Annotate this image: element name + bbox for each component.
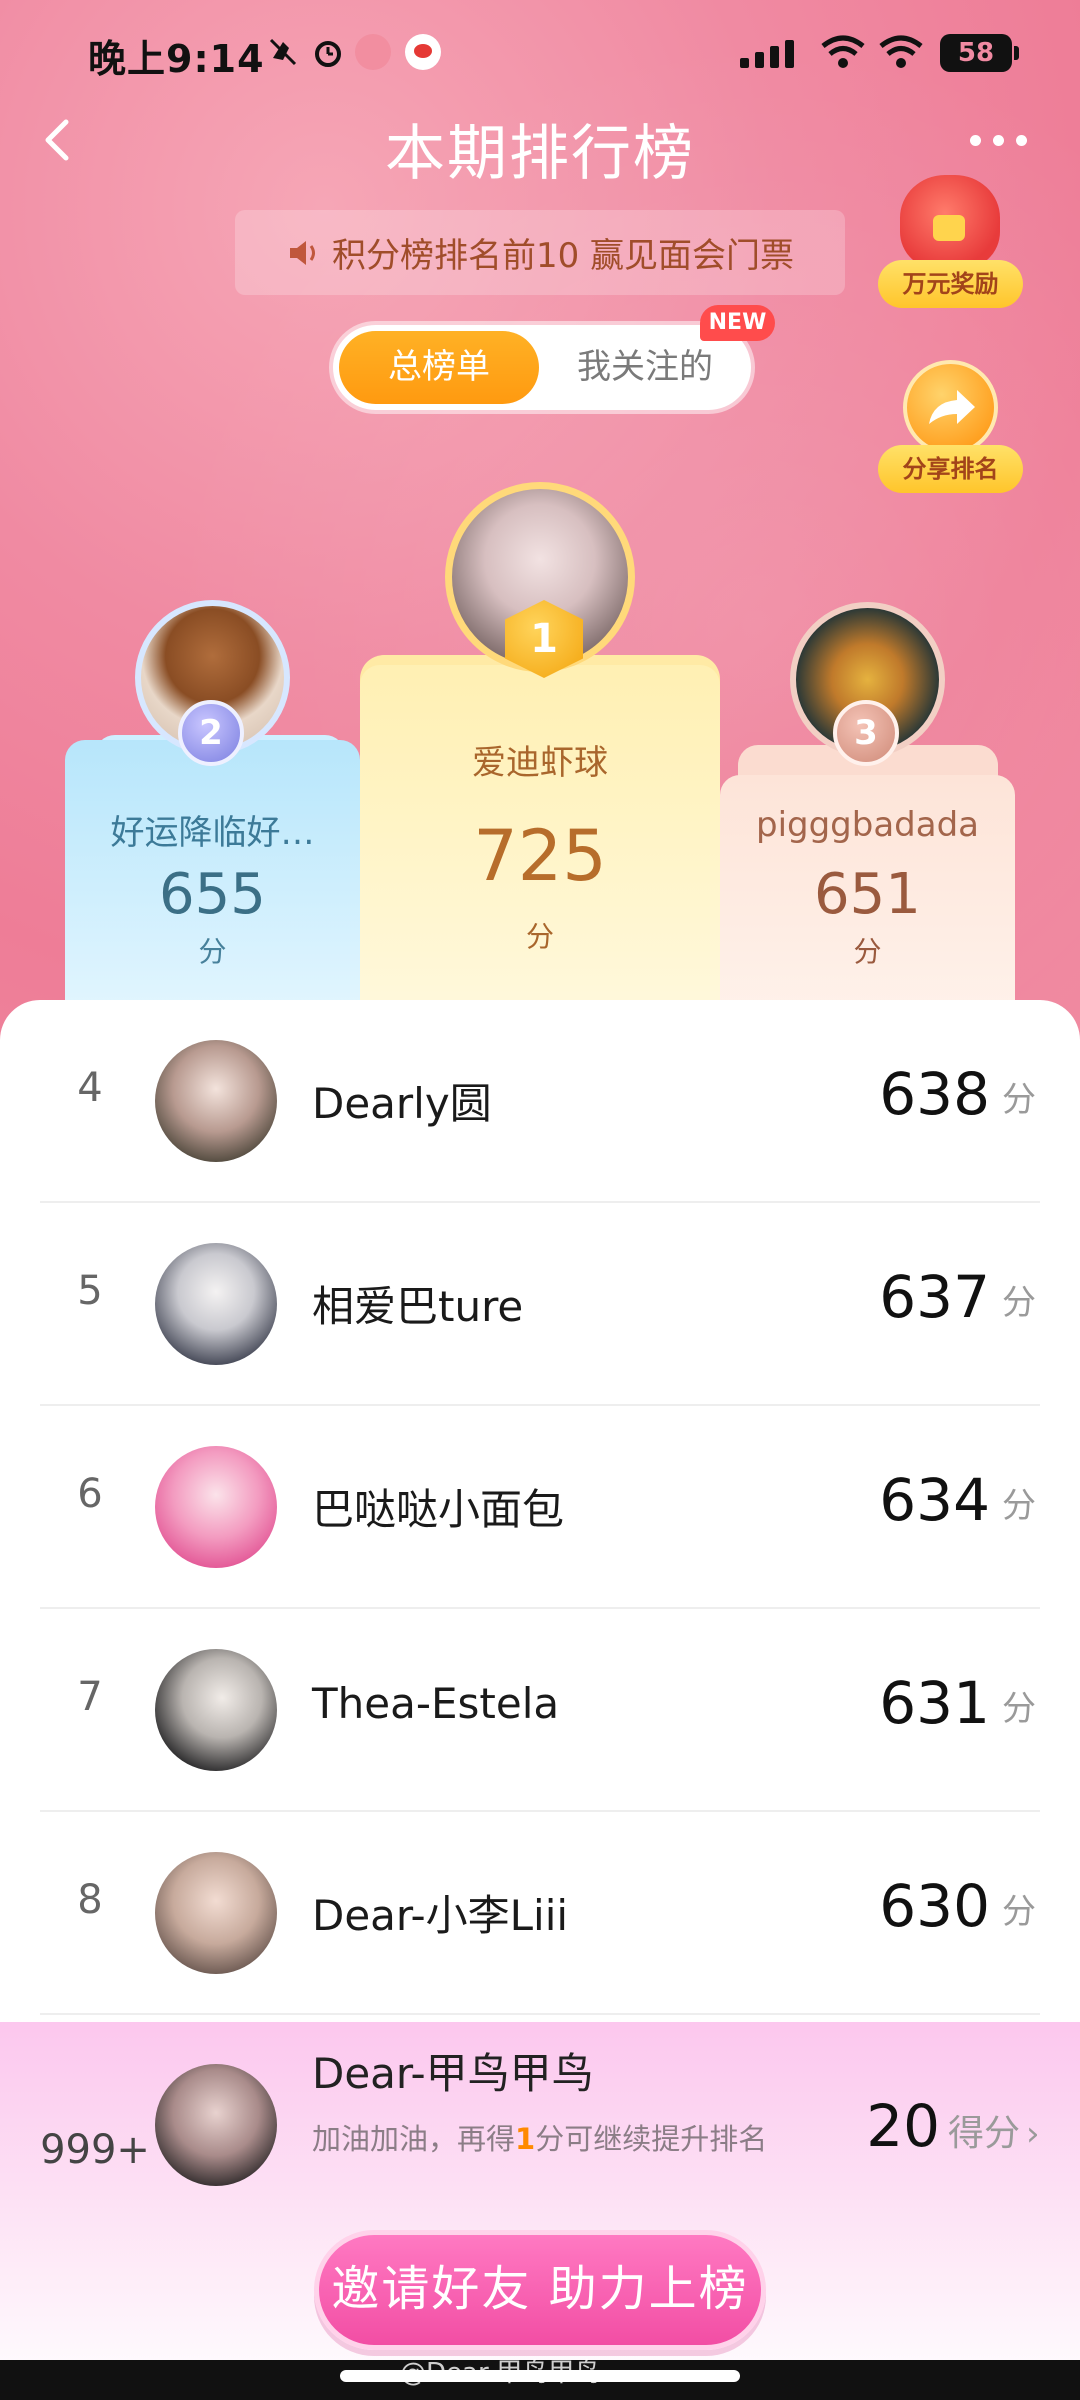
rank-number: 4 <box>77 1065 103 1111</box>
my-rank: 999+ <box>40 2127 150 2173</box>
user-name: Dear-小李Liii <box>312 1891 569 1940</box>
user-name: Thea-Estela <box>312 1679 560 1728</box>
rank-number: 5 <box>77 1268 103 1314</box>
user-score: 634 <box>879 1466 990 1534</box>
avatar[interactable] <box>155 1040 277 1162</box>
share-arrow-icon <box>903 360 998 455</box>
hint-suffix: 分可继续提升排名 <box>535 2122 768 2156</box>
my-score: 20 <box>866 2092 940 2160</box>
list-item[interactable]: 7 Thea-Estela 631 分 <box>40 1609 1040 1812</box>
medal-2-icon: 2 <box>178 700 244 766</box>
podium-2-score: 655 <box>159 862 266 927</box>
status-bar: 晚上9:14 58 <box>0 0 1080 105</box>
battery-icon: 58 <box>940 34 1019 72</box>
podium-1-unit: 分 <box>525 920 554 953</box>
score-unit: 分 <box>1002 1283 1036 1323</box>
hint-prefix: 加油加油，再得 <box>312 2122 516 2156</box>
score-unit: 分 <box>1002 1892 1036 1932</box>
podium-3-name[interactable]: pigggbadada <box>735 805 1000 845</box>
invite-friends-button[interactable]: 邀请好友 助力上榜 <box>314 2230 766 2350</box>
user-score: 631 <box>879 1669 990 1737</box>
reward-label: 万元奖励 <box>878 260 1023 308</box>
list-item[interactable]: 6 巴哒哒小面包 634 分 <box>40 1406 1040 1609</box>
medal-3-icon: 3 <box>833 700 899 766</box>
my-score-unit: 得分 <box>948 2113 1021 2154</box>
avatar[interactable] <box>155 1446 277 1568</box>
more-dots-icon[interactable] <box>970 125 1040 155</box>
list-item[interactable]: 4 Dearly圆 638 分 <box>40 1000 1040 1203</box>
new-badge: NEW <box>700 305 775 341</box>
rank-number: 6 <box>77 1471 103 1517</box>
user-name: 相爱巴ture <box>312 1282 524 1331</box>
my-name: Dear-甲鸟甲鸟 <box>312 2049 594 2098</box>
user-name: Dearly圆 <box>312 1079 492 1128</box>
my-hint: 加油加油，再得1分可继续提升排名 <box>312 2107 772 2171</box>
podium-1-name[interactable]: 爱迪虾球 <box>360 735 720 784</box>
avatar[interactable] <box>155 1243 277 1365</box>
tab-following[interactable]: 我关注的 <box>545 331 745 404</box>
tab-switcher: 总榜单 我关注的 <box>333 325 751 410</box>
wifi-icon <box>821 35 865 68</box>
score-unit: 分 <box>1002 1486 1036 1526</box>
red-envelope-icon <box>900 175 1000 270</box>
weibo-icon <box>405 34 441 70</box>
user-score: 630 <box>879 1872 990 1940</box>
score-unit: 分 <box>1002 1080 1036 1120</box>
speaker-icon <box>289 240 315 265</box>
app-pig-icon <box>355 34 391 70</box>
user-score: 637 <box>879 1263 990 1331</box>
user-name: 巴哒哒小面包 <box>312 1485 565 1534</box>
announcement-text: 积分榜排名前10 赢见面会门票 <box>331 236 795 276</box>
podium-2-name[interactable]: 好运降临好… <box>80 805 345 854</box>
avatar[interactable] <box>155 1852 277 1974</box>
signal-icon <box>740 38 796 68</box>
chevron-right-icon[interactable]: › <box>1026 2114 1040 2154</box>
status-time: 晚上9:14 <box>88 37 265 81</box>
mute-icon <box>269 38 297 66</box>
share-label: 分享排名 <box>878 445 1023 493</box>
share-rank-button[interactable]: 分享排名 <box>878 360 1023 500</box>
podium-3-unit: 分 <box>853 935 882 968</box>
avatar[interactable] <box>155 1649 277 1771</box>
reward-button[interactable]: 万元奖励 <box>878 175 1023 315</box>
alarm-icon <box>315 41 341 67</box>
rank-number: 7 <box>77 1674 103 1720</box>
list-item[interactable]: 8 Dear-小李Liii 630 分 <box>40 1812 1040 2015</box>
rank-number: 8 <box>77 1877 103 1923</box>
tab-overall[interactable]: 总榜单 <box>339 331 539 404</box>
podium-3-score: 651 <box>814 862 921 927</box>
announcement-banner: 积分榜排名前10 赢见面会门票 <box>235 210 845 295</box>
list-item[interactable]: 5 相爱巴ture 637 分 <box>40 1203 1040 1406</box>
score-unit: 分 <box>1002 1689 1036 1729</box>
podium-1-score: 725 <box>473 815 607 897</box>
hint-highlight: 1 <box>515 2122 536 2156</box>
my-avatar[interactable] <box>155 2064 277 2186</box>
user-score: 638 <box>879 1060 990 1128</box>
home-indicator[interactable] <box>340 2370 740 2382</box>
podium-2-unit: 分 <box>198 935 227 968</box>
wifi-icon <box>879 35 923 68</box>
